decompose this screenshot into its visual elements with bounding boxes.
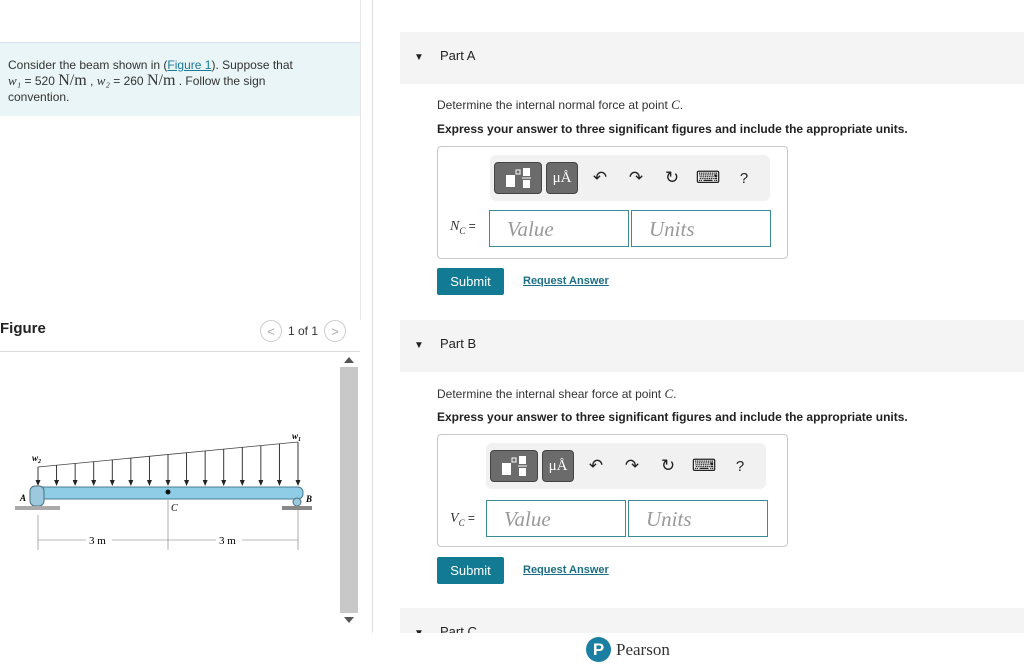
point-c-marker <box>165 489 171 495</box>
label-b: B <box>305 494 312 504</box>
submit-button[interactable]: Submit <box>437 268 504 295</box>
templates-button[interactable] <box>490 450 538 482</box>
prompt-text: ). Suppose that <box>211 58 293 72</box>
label-w1: w1 <box>292 431 301 443</box>
variable-label: NC = <box>450 219 476 236</box>
w2-unit: N/m <box>146 72 176 89</box>
scroll-thumb[interactable] <box>340 367 358 613</box>
undo-icon[interactable]: ↶ <box>578 456 614 476</box>
value-input[interactable]: Value <box>489 210 629 247</box>
separator: , <box>86 74 97 88</box>
ground-a <box>15 506 60 510</box>
part-b-question: Determine the internal shear force at po… <box>437 386 677 401</box>
part-title: Part A <box>440 48 476 63</box>
w1-symbol: w₁ <box>8 73 22 88</box>
units-input[interactable]: Units <box>631 210 771 247</box>
fraction-template-icon <box>502 456 527 476</box>
part-title: Part B <box>440 336 477 351</box>
redo-icon[interactable]: ↷ <box>618 168 654 188</box>
load-arrowhead <box>128 480 134 486</box>
panel-divider <box>372 0 373 664</box>
templates-button[interactable] <box>494 162 542 194</box>
keyboard-icon[interactable]: ⌨ <box>690 168 726 188</box>
load-arrowhead <box>276 480 282 486</box>
variable-label: VC = <box>450 511 475 528</box>
scroll-down-icon[interactable] <box>344 617 354 623</box>
load-arrowhead <box>109 480 115 486</box>
prompt-text: . Follow the sign <box>175 74 266 88</box>
left-top-divider <box>360 0 361 320</box>
pearson-logo: P Pearson <box>586 637 670 662</box>
roller-support-b <box>292 497 302 507</box>
figure-page-count: 1 of 1 <box>288 324 319 338</box>
part-b-instruction: Express your answer to three significant… <box>437 410 908 424</box>
redo-icon[interactable]: ↷ <box>614 456 650 476</box>
load-arrowhead <box>146 480 152 486</box>
pearson-logo-icon: P <box>586 637 611 662</box>
figure-scrollbar[interactable] <box>340 355 358 625</box>
math-toolbar: μÅ ↶ ↷ ↻ ⌨ ? <box>486 443 766 489</box>
dimension-cb: 3 m <box>219 535 236 547</box>
keyboard-icon[interactable]: ⌨ <box>686 456 722 476</box>
load-arrowhead <box>72 480 78 486</box>
load-arrowhead <box>258 480 264 486</box>
collapse-icon[interactable]: ▼ <box>414 340 424 351</box>
label-w2: w2 <box>32 453 41 465</box>
label-c: C <box>171 503 178 514</box>
load-arrows <box>35 442 301 486</box>
dimension-ac: 3 m <box>89 535 106 547</box>
reset-icon[interactable]: ↻ <box>654 168 690 188</box>
submit-button[interactable]: Submit <box>437 557 504 584</box>
undo-icon[interactable]: ↶ <box>582 168 618 188</box>
w1-unit: N/m <box>58 72 87 89</box>
figure-pager: < 1 of 1 > <box>260 320 347 342</box>
fraction-template-icon <box>506 168 531 188</box>
w2-symbol: w₂ <box>96 73 110 88</box>
scroll-up-icon[interactable] <box>344 357 354 363</box>
part-a-answer-box: μÅ ↶ ↷ ↻ ⌨ ? NC = Value Units <box>437 146 788 259</box>
pearson-brand: Pearson <box>616 639 670 659</box>
ground-b <box>282 506 312 510</box>
reset-icon[interactable]: ↻ <box>650 456 686 476</box>
prompt-text: convention. <box>8 90 70 104</box>
beam-figure: 3 m 3 m A B C w2 w1 <box>15 431 312 550</box>
load-arrowhead <box>184 480 190 486</box>
collapse-icon[interactable]: ▼ <box>414 52 424 63</box>
w1-value: = 520 <box>21 74 59 88</box>
problem-statement: Consider the beam shown in (Figure 1). S… <box>0 42 360 116</box>
prompt-text: Consider the beam shown in ( <box>8 58 168 72</box>
label-a: A <box>19 493 26 503</box>
help-icon[interactable]: ? <box>722 458 758 475</box>
part-b-answer-box: μÅ ↶ ↷ ↻ ⌨ ? VC = Value Units <box>437 434 788 547</box>
load-arrowhead <box>35 480 41 486</box>
request-answer-link[interactable]: Request Answer <box>523 564 609 576</box>
part-a-header[interactable]: ▼ Part A <box>400 32 1024 84</box>
units-button[interactable]: μÅ <box>542 450 574 482</box>
figure-heading: Figure <box>0 320 46 337</box>
pin-support-a <box>29 485 45 507</box>
request-answer-link[interactable]: Request Answer <box>523 275 609 287</box>
part-a-question: Determine the internal normal force at p… <box>437 97 684 112</box>
part-b-header[interactable]: ▼ Part B <box>400 320 1024 372</box>
load-arrowhead <box>202 480 208 486</box>
load-arrowhead <box>295 480 301 486</box>
value-input[interactable]: Value <box>486 500 626 537</box>
math-toolbar: μÅ ↶ ↷ ↻ ⌨ ? <box>490 155 770 201</box>
w2-value: = 260 <box>109 74 147 88</box>
prev-figure-button[interactable]: < <box>260 320 282 342</box>
units-button[interactable]: μÅ <box>546 162 578 194</box>
figure-link[interactable]: Figure 1 <box>167 58 211 72</box>
help-icon[interactable]: ? <box>726 170 762 187</box>
load-arrowhead <box>165 480 171 486</box>
load-arrowhead <box>221 480 227 486</box>
next-figure-button[interactable]: > <box>324 320 347 342</box>
units-input[interactable]: Units <box>628 500 768 537</box>
part-a-instruction: Express your answer to three significant… <box>437 122 908 136</box>
figure-divider <box>0 351 360 352</box>
load-arrowhead <box>239 480 245 486</box>
load-arrowhead <box>54 480 60 486</box>
load-arrowhead <box>91 480 97 486</box>
